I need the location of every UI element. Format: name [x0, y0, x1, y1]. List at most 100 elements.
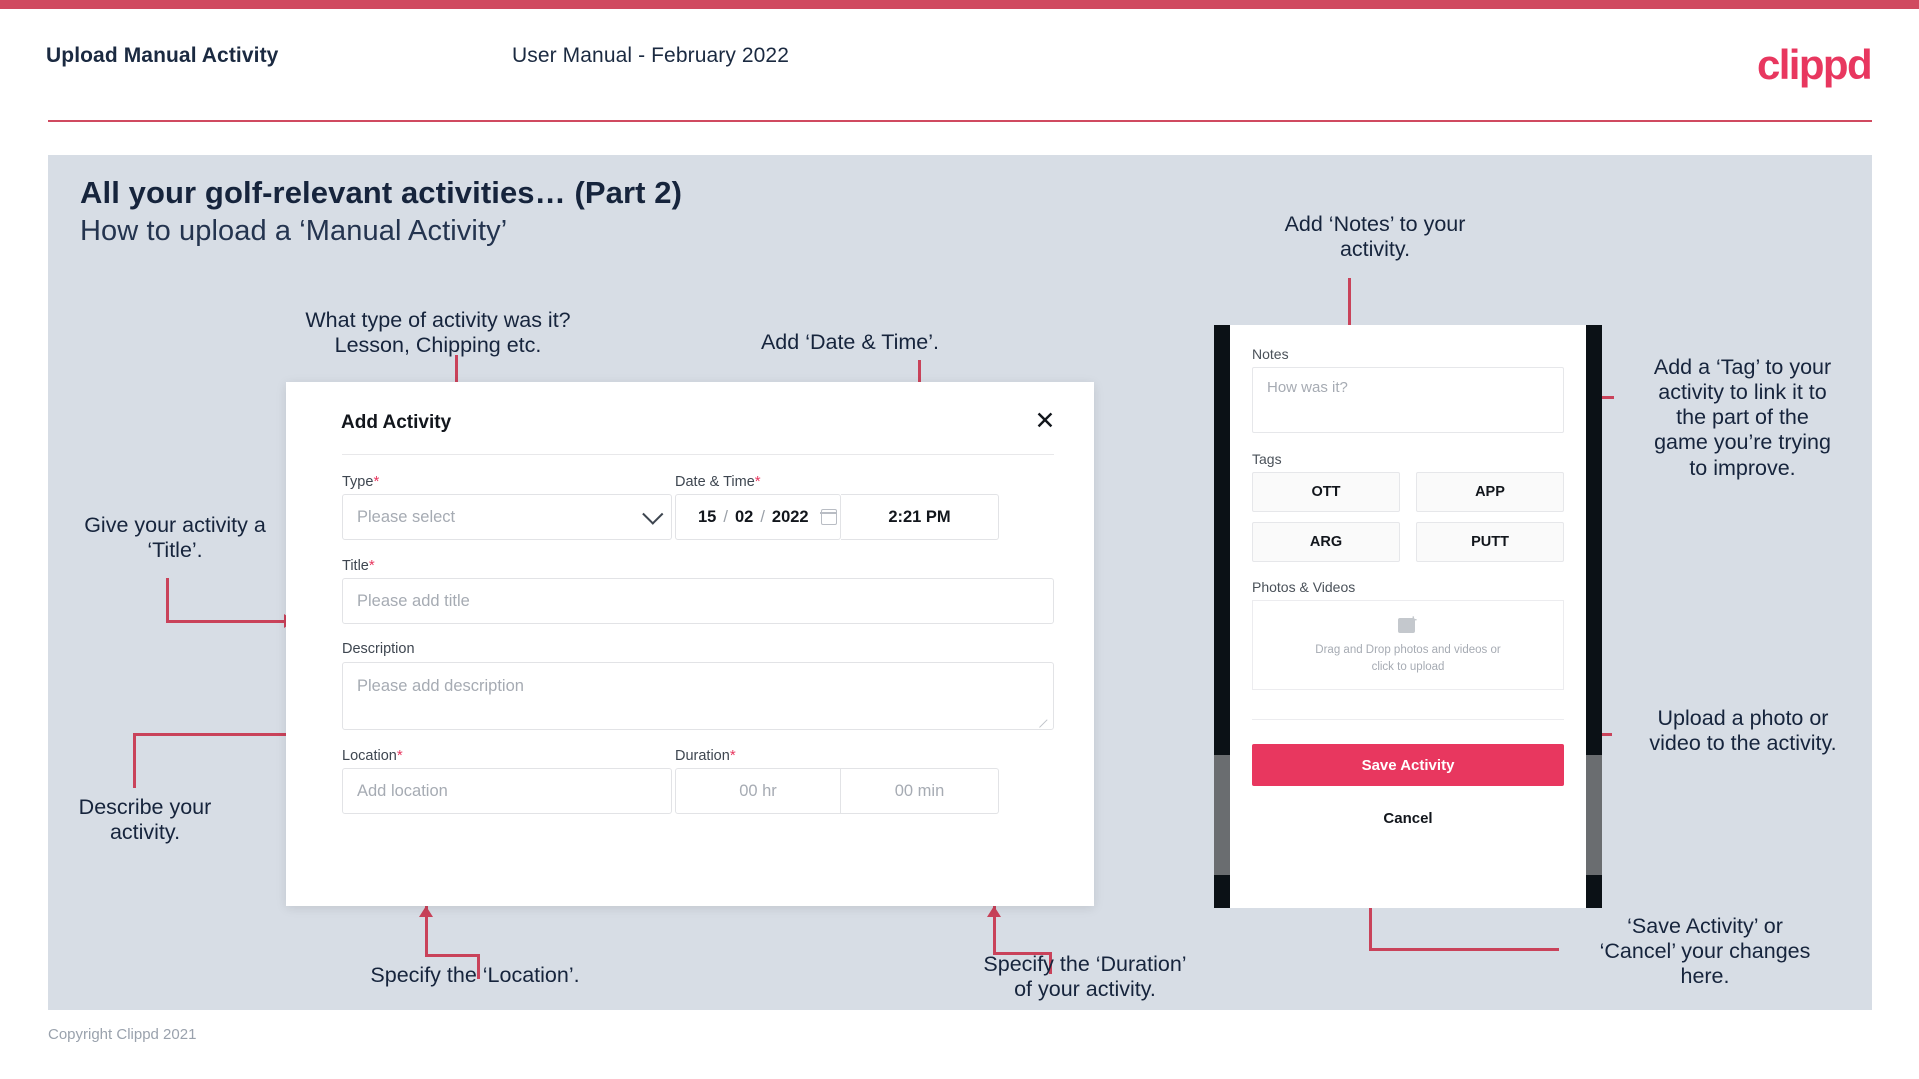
- cancel-button[interactable]: Cancel: [1252, 803, 1564, 833]
- phone-right-bezel-accent: [1586, 755, 1602, 875]
- leader-loc-horz: [425, 954, 479, 957]
- duration-minutes-value: 00 min: [894, 781, 945, 800]
- copyright-text: Copyright Clippd 2021: [48, 1026, 197, 1043]
- tag-app-label: APP: [1475, 484, 1505, 500]
- annotation-datetime: Add ‘Date & Time’.: [760, 330, 940, 354]
- duration-label: Duration*: [675, 747, 736, 764]
- leader-save-horz: [1369, 948, 1559, 951]
- header-divider: [48, 120, 1872, 122]
- photo-dropzone[interactable]: + Drag and Drop photos and videos or cli…: [1252, 600, 1564, 690]
- type-select-value: Please select: [357, 507, 456, 526]
- add-image-icon: +: [1397, 613, 1419, 633]
- description-label-text: Description: [342, 641, 415, 657]
- dropzone-text: Drag and Drop photos and videos or click…: [1315, 643, 1501, 673]
- leader-desc-vert: [133, 733, 136, 788]
- time-value: 2:21 PM: [888, 507, 951, 526]
- title-input-value: Please add title: [357, 591, 470, 610]
- duration-minutes-input[interactable]: 00 min: [841, 768, 999, 814]
- annotation-upload: Upload a photo or video to the activity.: [1649, 706, 1837, 756]
- add-activity-dialog: Add Activity ✕ Type* Please select Date …: [286, 382, 1094, 906]
- page-title: Upload Manual Activity: [46, 44, 279, 67]
- leader-desc-horz: [133, 733, 288, 736]
- annotation-tag: Add a ‘Tag’ to your activity to link it …: [1653, 355, 1832, 480]
- location-required: *: [396, 747, 403, 764]
- type-select[interactable]: Please select: [342, 494, 672, 540]
- photos-label: Photos & Videos: [1252, 579, 1356, 595]
- title-label-text: Title: [342, 558, 369, 574]
- tags-label: Tags: [1252, 451, 1282, 467]
- notes-label: Notes: [1252, 346, 1289, 362]
- location-input[interactable]: Add location: [342, 768, 672, 814]
- dialog-title: Add Activity: [341, 412, 452, 433]
- date-sep-2: /: [760, 507, 765, 526]
- notes-placeholder: How was it?: [1267, 379, 1348, 396]
- description-textarea[interactable]: Please add description: [342, 662, 1054, 730]
- datetime-required: *: [754, 473, 761, 490]
- location-input-value: Add location: [357, 781, 448, 800]
- leader-title-horz: [166, 620, 286, 623]
- description-value: Please add description: [357, 677, 524, 695]
- annotation-location: Specify the ‘Location’.: [370, 963, 580, 987]
- slide-subtitle: How to upload a ‘Manual Activity’: [80, 215, 508, 247]
- date-input[interactable]: 15 / 02 / 2022: [675, 494, 841, 540]
- duration-hours-input[interactable]: 00 hr: [675, 768, 841, 814]
- clippd-logo: clippd: [1756, 41, 1873, 88]
- tag-ott[interactable]: OTT: [1252, 472, 1400, 512]
- save-activity-label: Save Activity: [1361, 756, 1455, 774]
- annotation-notes: Add ‘Notes’ to your activity.: [1284, 212, 1466, 262]
- calendar-icon[interactable]: [820, 509, 838, 525]
- phone-divider: [1252, 719, 1564, 720]
- annotation-description: Describe your activity.: [78, 795, 212, 845]
- date-day: 15: [698, 507, 717, 526]
- phone-left-bezel: [1214, 325, 1230, 908]
- top-accent-bar: [0, 0, 1919, 9]
- tag-putt[interactable]: PUTT: [1416, 522, 1564, 562]
- annotation-duration: Specify the ‘Duration’ of your activity.: [983, 952, 1187, 1002]
- date-year: 2022: [771, 507, 809, 526]
- datetime-label: Date & Time*: [675, 473, 761, 490]
- phone-mockup: Notes How was it? Tags OTT APP ARG PUTT …: [1214, 325, 1602, 908]
- title-input[interactable]: Please add title: [342, 578, 1054, 624]
- annotation-title: Give your activity a ‘Title’.: [84, 513, 266, 563]
- tag-arg[interactable]: ARG: [1252, 522, 1400, 562]
- title-required: *: [368, 557, 375, 574]
- annotation-type: What type of activity was it? Lesson, Ch…: [305, 308, 571, 358]
- tag-putt-label: PUTT: [1471, 534, 1509, 550]
- time-input[interactable]: 2:21 PM: [841, 494, 999, 540]
- tag-arg-label: ARG: [1309, 534, 1343, 550]
- phone-right-bezel: [1586, 325, 1602, 908]
- leader-notes-vert: [1348, 278, 1351, 330]
- location-label: Location*: [342, 747, 403, 764]
- slide-title: All your golf-relevant activities… (Part…: [80, 175, 683, 210]
- leader-tag-horz: [1607, 396, 1614, 399]
- date-sep-1: /: [723, 507, 728, 526]
- arrow-duration: [987, 906, 1001, 917]
- annotation-save-cancel: ‘Save Activity’ or ‘Cancel’ your changes…: [1599, 914, 1811, 989]
- date-value: 15 / 02 / 2022: [676, 508, 809, 527]
- resize-grip-icon[interactable]: [1040, 717, 1050, 727]
- close-icon[interactable]: ✕: [1028, 404, 1062, 438]
- tag-ott-label: OTT: [1311, 484, 1341, 500]
- duration-hours-value: 00 hr: [739, 781, 777, 800]
- dialog-divider: [342, 454, 1054, 455]
- description-label: Description: [342, 641, 415, 657]
- cancel-label: Cancel: [1383, 809, 1433, 827]
- location-label-text: Location: [342, 748, 397, 764]
- save-activity-button[interactable]: Save Activity: [1252, 744, 1564, 786]
- chevron-down-icon: [642, 503, 664, 525]
- duration-required: *: [729, 747, 736, 764]
- title-label: Title*: [342, 557, 375, 574]
- tag-app[interactable]: APP: [1416, 472, 1564, 512]
- datetime-label-text: Date & Time: [675, 474, 755, 490]
- type-label: Type*: [342, 473, 379, 490]
- arrow-location: [419, 906, 433, 917]
- notes-input[interactable]: How was it?: [1252, 367, 1564, 433]
- page-subtitle: User Manual - February 2022: [512, 44, 789, 67]
- duration-label-text: Duration: [675, 748, 730, 764]
- type-required: *: [373, 473, 380, 490]
- type-label-text: Type: [342, 474, 374, 490]
- leader-title-vert: [166, 578, 169, 622]
- date-month: 02: [734, 507, 754, 526]
- phone-left-bezel-accent: [1214, 755, 1230, 875]
- phone-screen: Notes How was it? Tags OTT APP ARG PUTT …: [1230, 325, 1586, 908]
